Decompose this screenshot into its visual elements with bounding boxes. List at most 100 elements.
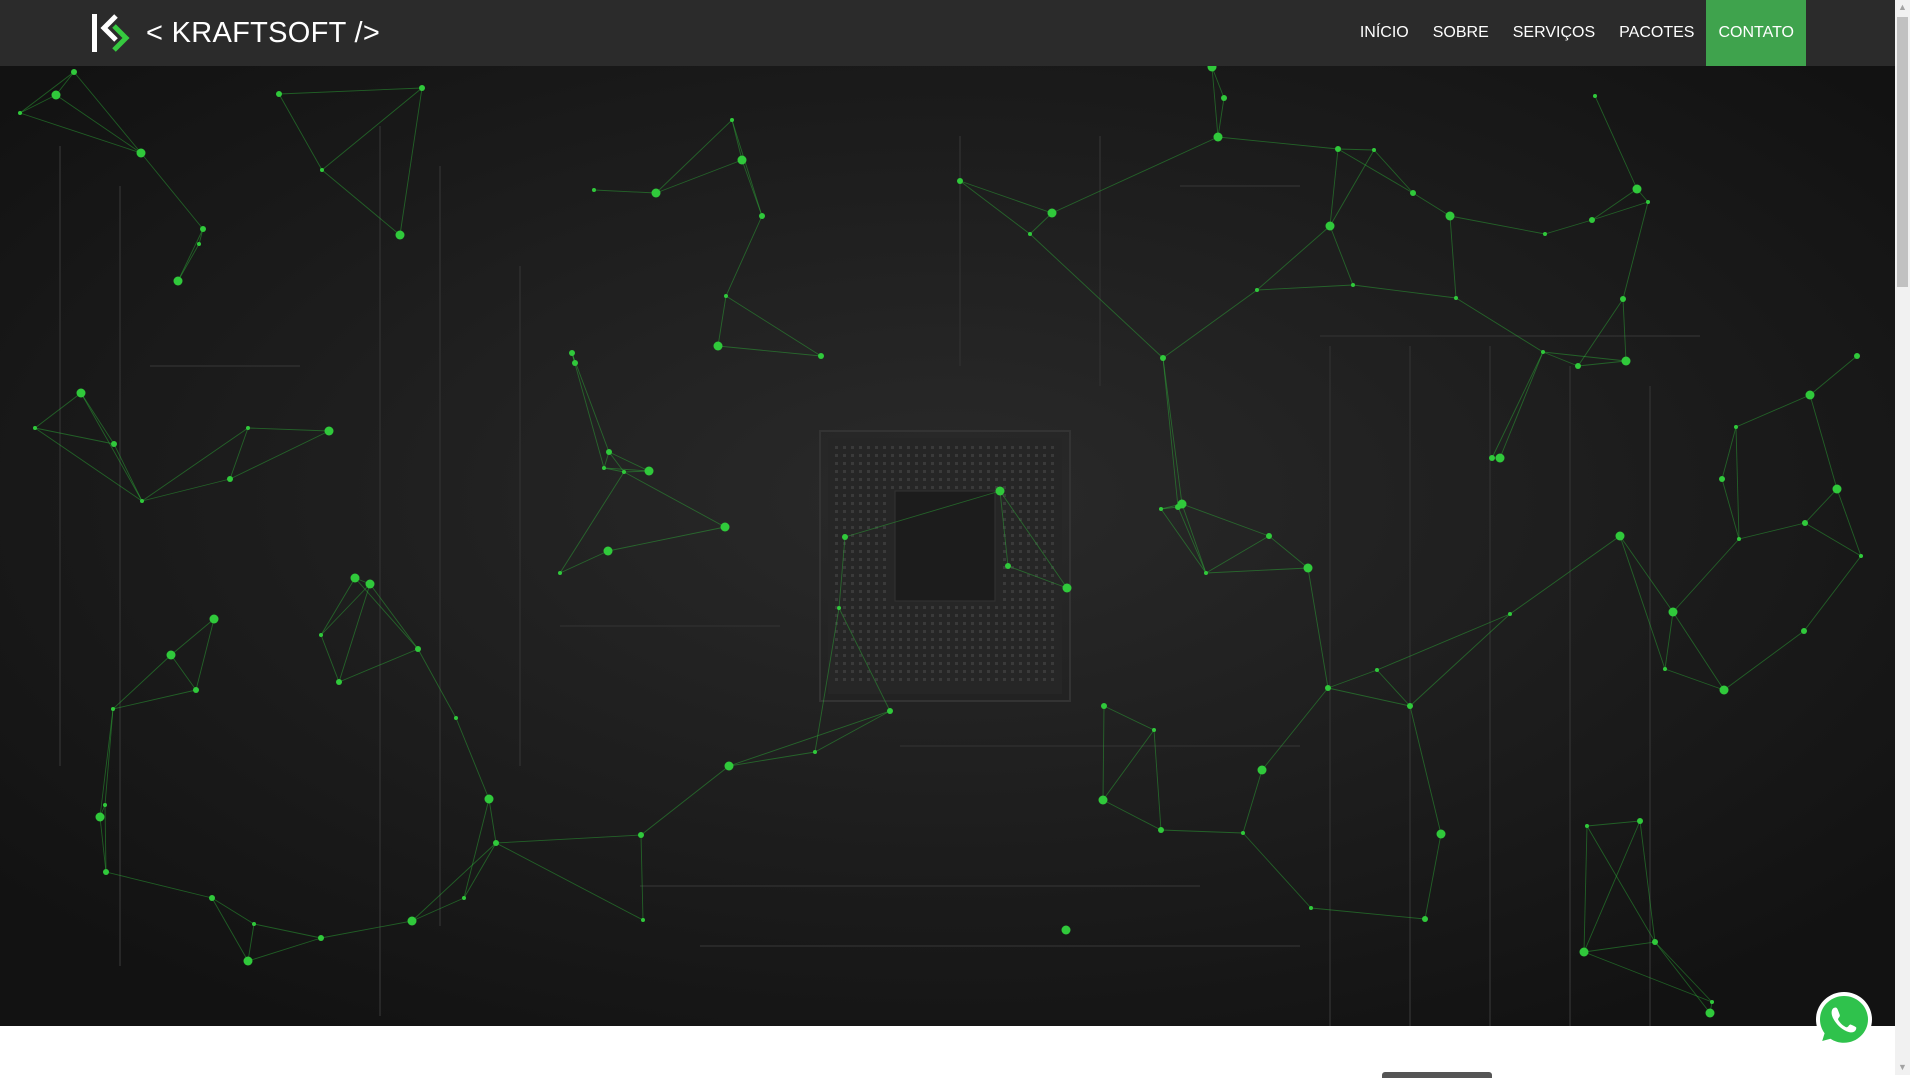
- network-node: [713, 341, 723, 351]
- network-node: [1375, 668, 1379, 672]
- network-node: [454, 716, 458, 720]
- network-node: [1160, 355, 1166, 361]
- network-node: [1663, 667, 1667, 671]
- network-node: [1585, 824, 1589, 828]
- network-node: [1615, 531, 1625, 541]
- network-node: [140, 499, 144, 503]
- top-navbar: < KRAFTSOFT /> INÍCIO SOBRE SERVIÇOS PAC…: [0, 0, 1895, 66]
- network-node: [200, 226, 206, 232]
- network-node: [1620, 296, 1626, 302]
- network-node: [227, 476, 233, 482]
- circuit-board-network-background: [0, 66, 1895, 1026]
- network-node: [1705, 1008, 1715, 1018]
- network-node: [415, 646, 421, 652]
- nav-item-contato[interactable]: CONTATO: [1706, 0, 1806, 66]
- network-node: [1805, 390, 1815, 400]
- network-node: [493, 840, 499, 846]
- network-node: [1309, 906, 1313, 910]
- network-node: [622, 470, 626, 474]
- network-node: [324, 426, 334, 436]
- scroll-down-arrow-icon[interactable]: ▼: [1895, 1060, 1910, 1075]
- network-node: [1422, 916, 1428, 922]
- nav-menu: INÍCIO SOBRE SERVIÇOS PACOTES CONTATO: [1348, 0, 1806, 66]
- network-node: [641, 918, 645, 922]
- network-node: [1593, 94, 1597, 98]
- network-node: [320, 168, 324, 172]
- network-node: [103, 869, 109, 875]
- network-node: [209, 614, 219, 624]
- network-node: [51, 90, 61, 100]
- network-node: [1410, 190, 1416, 196]
- network-node: [252, 922, 256, 926]
- nav-item-sobre[interactable]: SOBRE: [1421, 0, 1501, 66]
- network-node: [1652, 939, 1658, 945]
- network-node: [71, 69, 77, 75]
- network-node: [1028, 232, 1032, 236]
- network-node: [1159, 507, 1163, 511]
- network-node: [193, 687, 199, 693]
- network-node: [1213, 132, 1223, 142]
- network-node: [1589, 217, 1595, 223]
- network-node: [1101, 703, 1107, 709]
- network-node: [1508, 612, 1512, 616]
- scrollbar-thumb[interactable]: [1897, 17, 1908, 287]
- network-node: [1802, 520, 1808, 526]
- network-node: [484, 794, 494, 804]
- nav-item-inicio[interactable]: INÍCIO: [1348, 0, 1421, 66]
- brand[interactable]: < KRAFTSOFT />: [90, 12, 380, 54]
- brand-name: < KRAFTSOFT />: [146, 16, 381, 49]
- network-node: [558, 571, 562, 575]
- network-node: [724, 761, 734, 771]
- network-node: [1266, 533, 1272, 539]
- scroll-up-arrow-icon[interactable]: ▲: [1895, 0, 1910, 15]
- network-node: [759, 213, 765, 219]
- network-node: [592, 188, 596, 192]
- network-node: [1061, 925, 1071, 935]
- network-node: [246, 426, 250, 430]
- network-node: [730, 118, 734, 122]
- network-node: [1175, 504, 1181, 510]
- network-node: [1303, 563, 1313, 573]
- network-node: [1257, 765, 1267, 775]
- network-node: [111, 707, 115, 711]
- network-node: [136, 148, 146, 158]
- network-node: [1047, 208, 1057, 218]
- network-node: [737, 155, 747, 165]
- network-node: [1495, 453, 1505, 463]
- network-node: [1632, 184, 1642, 194]
- network-node: [1152, 728, 1156, 732]
- network-node: [1204, 571, 1208, 575]
- network-node: [76, 388, 86, 398]
- network-node: [209, 895, 215, 901]
- network-node: [1407, 703, 1413, 709]
- network-node: [1005, 563, 1011, 569]
- nav-item-pacotes[interactable]: PACOTES: [1607, 0, 1706, 66]
- network-node: [1575, 363, 1581, 369]
- network-node: [638, 832, 644, 838]
- network-node: [1454, 296, 1458, 300]
- network-node: [1098, 795, 1108, 805]
- network-node: [1710, 1000, 1714, 1004]
- section-heading-peek: [1382, 1072, 1492, 1078]
- network-node: [18, 111, 22, 115]
- network-node: [644, 466, 654, 476]
- network-node: [166, 650, 176, 660]
- network-node: [1668, 607, 1678, 617]
- network-node: [842, 534, 848, 540]
- network-node: [318, 935, 324, 941]
- network-node: [1325, 221, 1335, 231]
- network-node: [1158, 827, 1164, 833]
- network-node: [1621, 356, 1631, 366]
- network-node: [1734, 425, 1738, 429]
- next-section: [0, 1026, 1895, 1078]
- network-node: [1859, 554, 1863, 558]
- network-node: [419, 85, 425, 91]
- network-node: [407, 916, 417, 926]
- network-node: [1637, 818, 1643, 824]
- vertical-scrollbar[interactable]: ▲ ▼: [1895, 0, 1910, 1075]
- whatsapp-icon[interactable]: [1812, 988, 1876, 1052]
- network-node: [1854, 353, 1860, 359]
- nav-item-servicos[interactable]: SERVIÇOS: [1501, 0, 1607, 66]
- network-node: [197, 242, 201, 246]
- network-node: [837, 606, 841, 610]
